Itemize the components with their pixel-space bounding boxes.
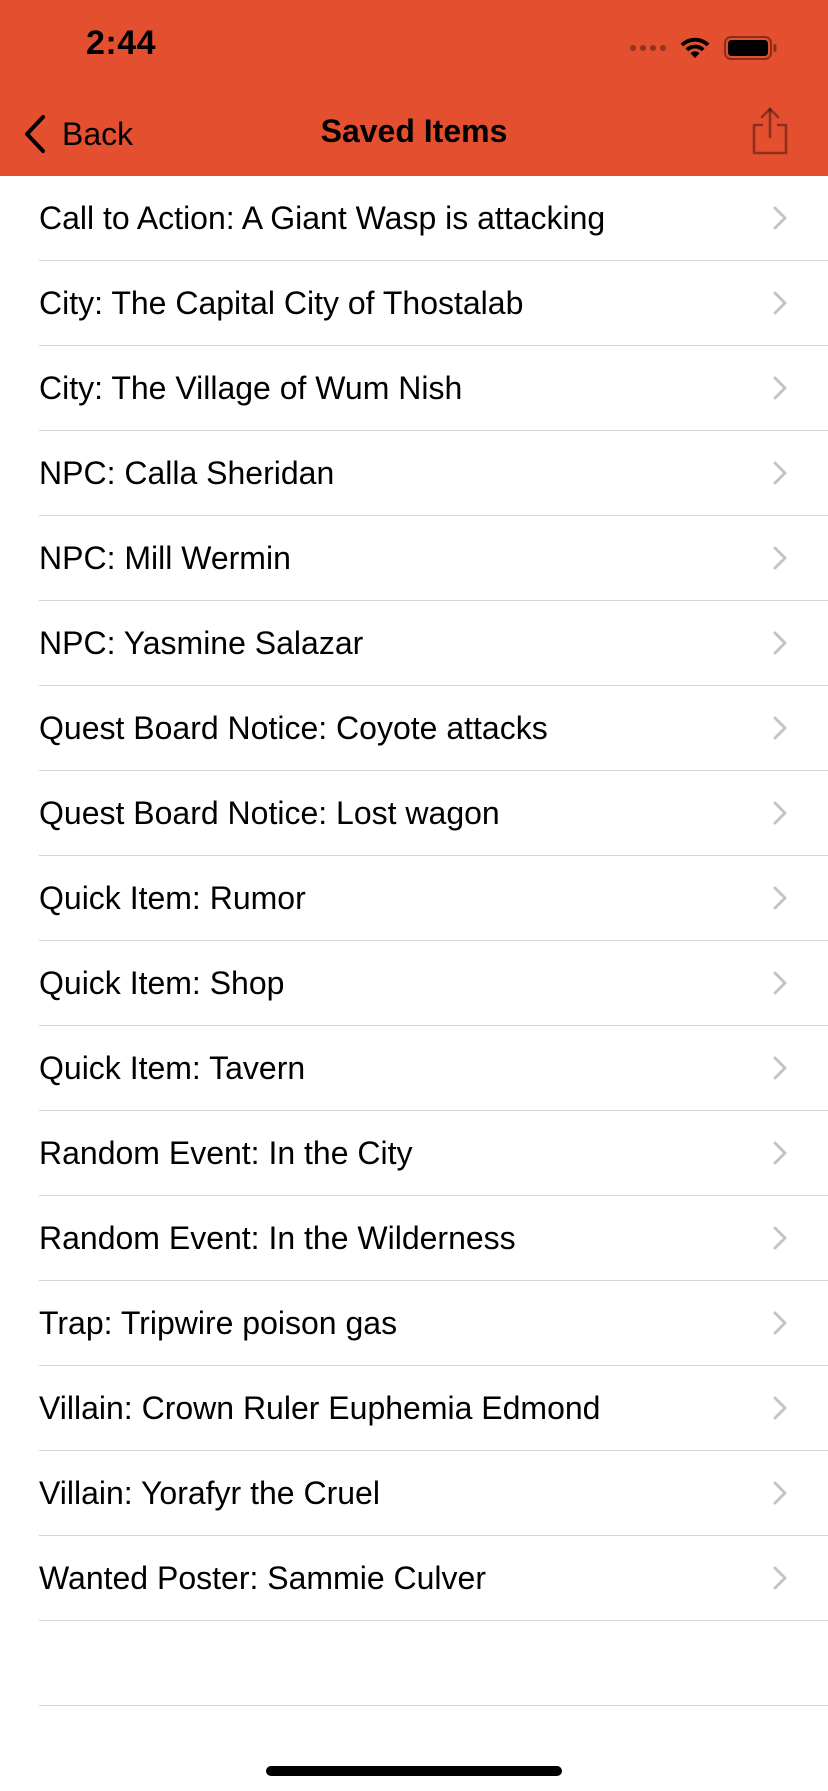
list-item[interactable]: Random Event: In the Wilderness — [0, 1196, 828, 1281]
chevron-right-icon — [773, 1056, 787, 1080]
chevron-right-icon — [773, 716, 787, 740]
status-time: 2:44 — [86, 24, 157, 62]
chevron-right-icon — [773, 1311, 787, 1335]
list-item[interactable]: Quest Board Notice: Lost wagon — [0, 771, 828, 856]
battery-icon — [724, 36, 777, 60]
chevron-right-icon — [773, 291, 787, 315]
cellular-signal-icon — [630, 45, 666, 51]
chevron-right-icon — [773, 1396, 787, 1420]
chevron-right-icon — [773, 1226, 787, 1250]
chevron-right-icon — [773, 1141, 787, 1165]
list-item[interactable]: City: The Village of Wum Nish — [0, 346, 828, 431]
list-item[interactable]: Call to Action: A Giant Wasp is attackin… — [0, 176, 828, 261]
chevron-right-icon — [773, 1481, 787, 1505]
list-item[interactable]: NPC: Calla Sheridan — [0, 431, 828, 516]
list-item-label: City: The Capital City of Thostalab — [39, 285, 524, 321]
home-indicator — [266, 1766, 562, 1776]
list-item-label: Quest Board Notice: Coyote attacks — [39, 710, 548, 746]
list-item-label: NPC: Calla Sheridan — [39, 455, 335, 491]
list-item-label: Call to Action: A Giant Wasp is attackin… — [39, 200, 606, 236]
chevron-right-icon — [773, 546, 787, 570]
list-item[interactable]: NPC: Yasmine Salazar — [0, 601, 828, 686]
list-item-label: Quick Item: Shop — [39, 965, 285, 1001]
chevron-right-icon — [773, 886, 787, 910]
list-item-label: Villain: Yorafyr the Cruel — [39, 1475, 380, 1511]
list-item[interactable]: Quick Item: Tavern — [0, 1026, 828, 1111]
list-item-label: Trap: Tripwire poison gas — [39, 1305, 398, 1341]
navigation-header: 2:44 Back Saved Items — [0, 0, 828, 176]
list-item[interactable]: Villain: Yorafyr the Cruel — [0, 1451, 828, 1536]
chevron-right-icon — [773, 631, 787, 655]
list-item-label: Quest Board Notice: Lost wagon — [39, 795, 500, 831]
list-item[interactable]: Wanted Poster: Sammie Culver — [0, 1536, 828, 1621]
list-item-label: Random Event: In the Wilderness — [39, 1220, 516, 1256]
list-item-label: Quick Item: Rumor — [39, 880, 306, 916]
list-item[interactable]: Quest Board Notice: Coyote attacks — [0, 686, 828, 771]
list-item-label: City: The Village of Wum Nish — [39, 370, 463, 406]
status-indicators — [630, 30, 778, 66]
list-item-label: NPC: Mill Wermin — [39, 540, 291, 576]
share-icon — [752, 107, 788, 155]
list-item-label: Random Event: In the City — [39, 1135, 413, 1171]
list-item[interactable]: Quick Item: Rumor — [0, 856, 828, 941]
share-button[interactable] — [748, 106, 792, 156]
list-item-label: Wanted Poster: Sammie Culver — [39, 1560, 486, 1596]
list-item[interactable]: NPC: Mill Wermin — [0, 516, 828, 601]
list-item[interactable]: Quick Item: Shop — [0, 941, 828, 1026]
wifi-icon — [680, 37, 710, 58]
chevron-right-icon — [773, 461, 787, 485]
chevron-right-icon — [773, 1566, 787, 1590]
list-item-label: Quick Item: Tavern — [39, 1050, 306, 1086]
list-item[interactable]: Trap: Tripwire poison gas — [0, 1281, 828, 1366]
chevron-right-icon — [773, 801, 787, 825]
chevron-right-icon — [773, 206, 787, 230]
saved-items-list: Call to Action: A Giant Wasp is attackin… — [0, 176, 828, 1706]
list-item[interactable]: City: The Capital City of Thostalab — [0, 261, 828, 346]
empty-list-row — [0, 1621, 828, 1706]
list-item[interactable]: Random Event: In the City — [0, 1111, 828, 1196]
list-item[interactable]: Villain: Crown Ruler Euphemia Edmond — [0, 1366, 828, 1451]
chevron-right-icon — [773, 971, 787, 995]
chevron-right-icon — [773, 376, 787, 400]
page-title: Saved Items — [320, 113, 508, 149]
list-item-label: NPC: Yasmine Salazar — [39, 625, 364, 661]
list-item-label: Villain: Crown Ruler Euphemia Edmond — [39, 1390, 601, 1426]
